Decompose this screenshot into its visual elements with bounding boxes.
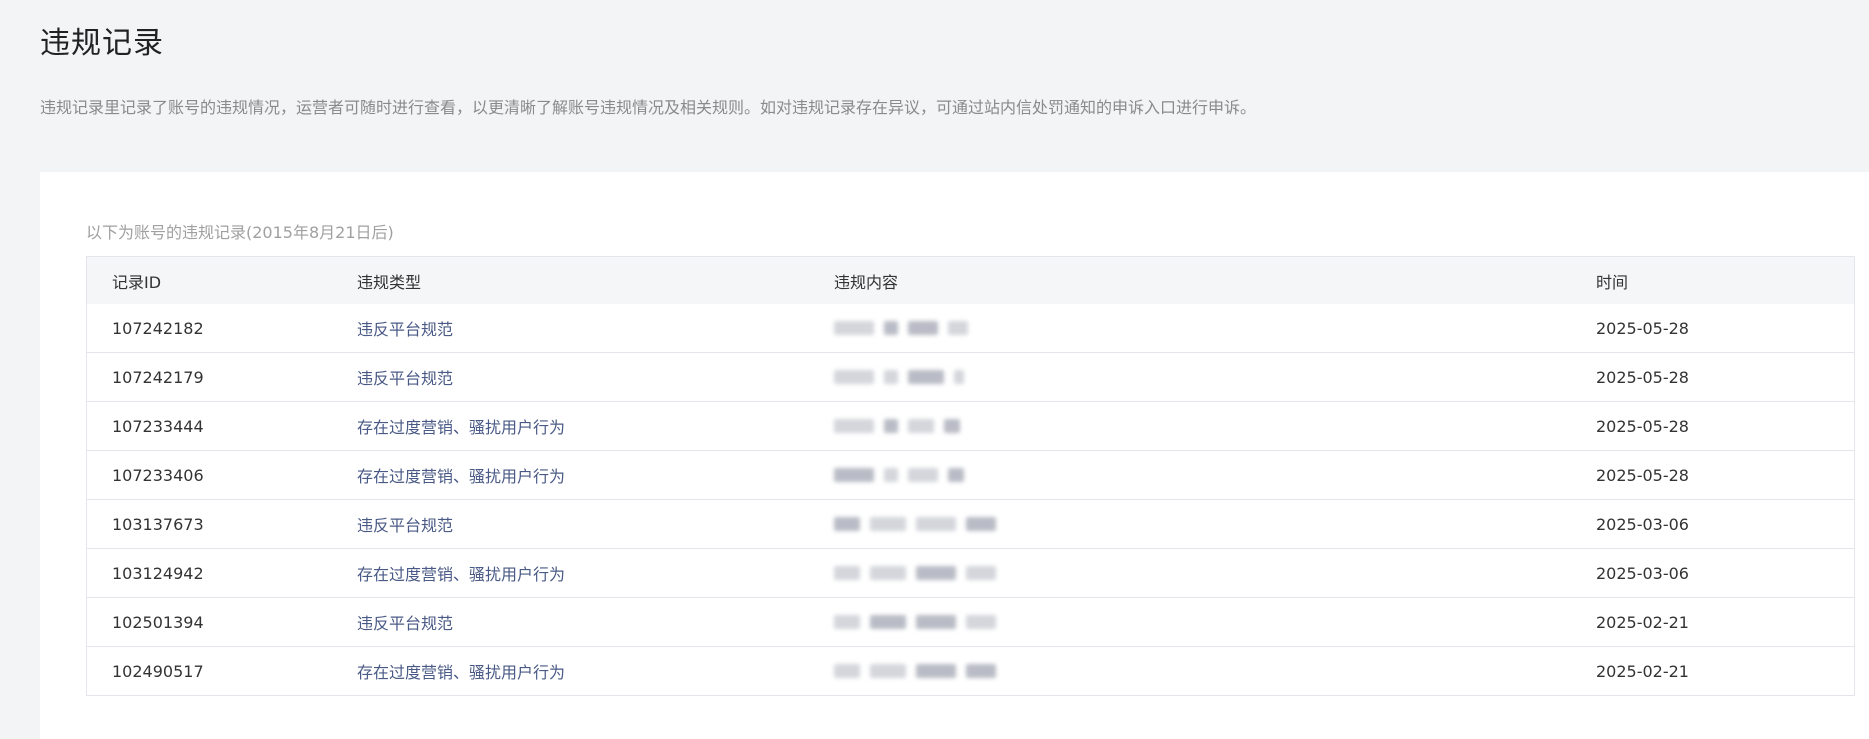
redaction-segment <box>948 468 964 482</box>
redaction-segment <box>870 615 906 629</box>
redacted-content-blur <box>834 564 1006 582</box>
header-id: 记录ID <box>112 272 162 292</box>
table-body: 107242182 违反平台规范 2025-05-28 107242179 违反平台规范… <box>87 304 1854 695</box>
violation-type-link[interactable]: 违反平台规范 <box>357 353 453 401</box>
violation-content-redacted <box>834 304 978 352</box>
table-row: 107233444 存在过度营销、骚扰用户行为 2025-05-28 <box>87 401 1854 450</box>
redaction-segment <box>908 419 934 433</box>
redaction-segment <box>908 370 944 384</box>
violation-content-redacted <box>834 598 1006 646</box>
redaction-segment <box>870 566 906 580</box>
redacted-content-blur <box>834 515 1006 533</box>
header-content: 违规内容 <box>834 272 899 292</box>
records-card: 以下为账号的违规记录(2015年8月21日后) 记录ID 违规类型 违规内容 时… <box>40 172 1869 739</box>
redaction-segment <box>966 615 996 629</box>
record-time: 2025-05-28 <box>1596 318 1689 338</box>
record-time: 2025-02-21 <box>1596 612 1689 632</box>
redacted-content-blur <box>834 319 978 337</box>
redacted-content-blur <box>834 417 970 435</box>
redaction-segment <box>834 566 860 580</box>
record-time: 2025-03-06 <box>1596 514 1689 534</box>
record-id: 107242179 <box>112 367 204 387</box>
redaction-segment <box>834 664 860 678</box>
redacted-content-blur <box>834 368 974 386</box>
redaction-segment <box>834 419 874 433</box>
record-time: 2025-02-21 <box>1596 661 1689 681</box>
table-row: 103137673 违反平台规范 2025-03-06 <box>87 499 1854 548</box>
redaction-segment <box>908 321 938 335</box>
record-id: 107233444 <box>112 416 204 436</box>
redaction-segment <box>944 419 960 433</box>
violation-content-redacted <box>834 353 974 401</box>
record-id: 107242182 <box>112 318 204 338</box>
header-type: 违规类型 <box>357 272 422 292</box>
page-title: 违规记录 <box>40 26 164 61</box>
violation-type-link[interactable]: 违反平台规范 <box>357 598 453 646</box>
record-id: 103124942 <box>112 563 204 583</box>
redaction-segment <box>916 517 956 531</box>
redaction-segment <box>834 370 874 384</box>
redaction-segment <box>884 370 898 384</box>
table-header-row: 记录ID 违规类型 违规内容 时间 <box>87 257 1854 304</box>
violation-content-redacted <box>834 500 1006 548</box>
redaction-segment <box>884 419 898 433</box>
records-caption: 以下为账号的违规记录(2015年8月21日后) <box>86 223 394 242</box>
record-id: 103137673 <box>112 514 204 534</box>
redacted-content-blur <box>834 613 1006 631</box>
redaction-segment <box>948 321 968 335</box>
violation-type-link[interactable]: 违反平台规范 <box>357 304 453 352</box>
record-time: 2025-05-28 <box>1596 416 1689 436</box>
violation-records-page: 违规记录 违规记录里记录了账号的违规情况，运营者可随时进行查看，以更清晰了解账号… <box>0 0 1869 739</box>
record-id: 102501394 <box>112 612 204 632</box>
violation-type-link[interactable]: 存在过度营销、骚扰用户行为 <box>357 647 565 695</box>
violation-type-link[interactable]: 存在过度营销、骚扰用户行为 <box>357 451 565 499</box>
redaction-segment <box>870 517 906 531</box>
violation-type-link[interactable]: 存在过度营销、骚扰用户行为 <box>357 549 565 597</box>
record-time: 2025-05-28 <box>1596 465 1689 485</box>
violation-type-link[interactable]: 存在过度营销、骚扰用户行为 <box>357 402 565 450</box>
violation-content-redacted <box>834 647 1006 695</box>
redaction-segment <box>954 370 964 384</box>
violation-content-redacted <box>834 402 970 450</box>
redaction-segment <box>916 664 956 678</box>
redaction-segment <box>916 615 956 629</box>
records-table: 记录ID 违规类型 违规内容 时间 107242182 违反平台规范 2025-05… <box>86 256 1855 696</box>
table-row: 107233406 存在过度营销、骚扰用户行为 2025-05-28 <box>87 450 1854 499</box>
redaction-segment <box>966 566 996 580</box>
redaction-segment <box>966 517 996 531</box>
redaction-segment <box>834 468 874 482</box>
page-description: 违规记录里记录了账号的违规情况，运营者可随时进行查看，以更清晰了解账号违规情况及… <box>40 98 1257 117</box>
redaction-segment <box>834 517 860 531</box>
redaction-segment <box>966 664 996 678</box>
record-time: 2025-05-28 <box>1596 367 1689 387</box>
table-row: 107242182 违反平台规范 2025-05-28 <box>87 304 1854 352</box>
violation-content-redacted <box>834 549 1006 597</box>
redaction-segment <box>884 468 898 482</box>
record-id: 102490517 <box>112 661 204 681</box>
record-id: 107233406 <box>112 465 204 485</box>
redacted-content-blur <box>834 466 974 484</box>
violation-content-redacted <box>834 451 974 499</box>
record-time: 2025-03-06 <box>1596 563 1689 583</box>
redaction-segment <box>908 468 938 482</box>
table-row: 107242179 违反平台规范 2025-05-28 <box>87 352 1854 401</box>
redaction-segment <box>834 321 874 335</box>
redaction-segment <box>870 664 906 678</box>
table-row: 102490517 存在过度营销、骚扰用户行为 2025-02-21 <box>87 646 1854 695</box>
table-row: 102501394 违反平台规范 2025-02-21 <box>87 597 1854 646</box>
table-row: 103124942 存在过度营销、骚扰用户行为 2025-03-06 <box>87 548 1854 597</box>
redacted-content-blur <box>834 662 1006 680</box>
redaction-segment <box>884 321 898 335</box>
redaction-segment <box>834 615 860 629</box>
violation-type-link[interactable]: 违反平台规范 <box>357 500 453 548</box>
header-time: 时间 <box>1596 272 1629 292</box>
redaction-segment <box>916 566 956 580</box>
